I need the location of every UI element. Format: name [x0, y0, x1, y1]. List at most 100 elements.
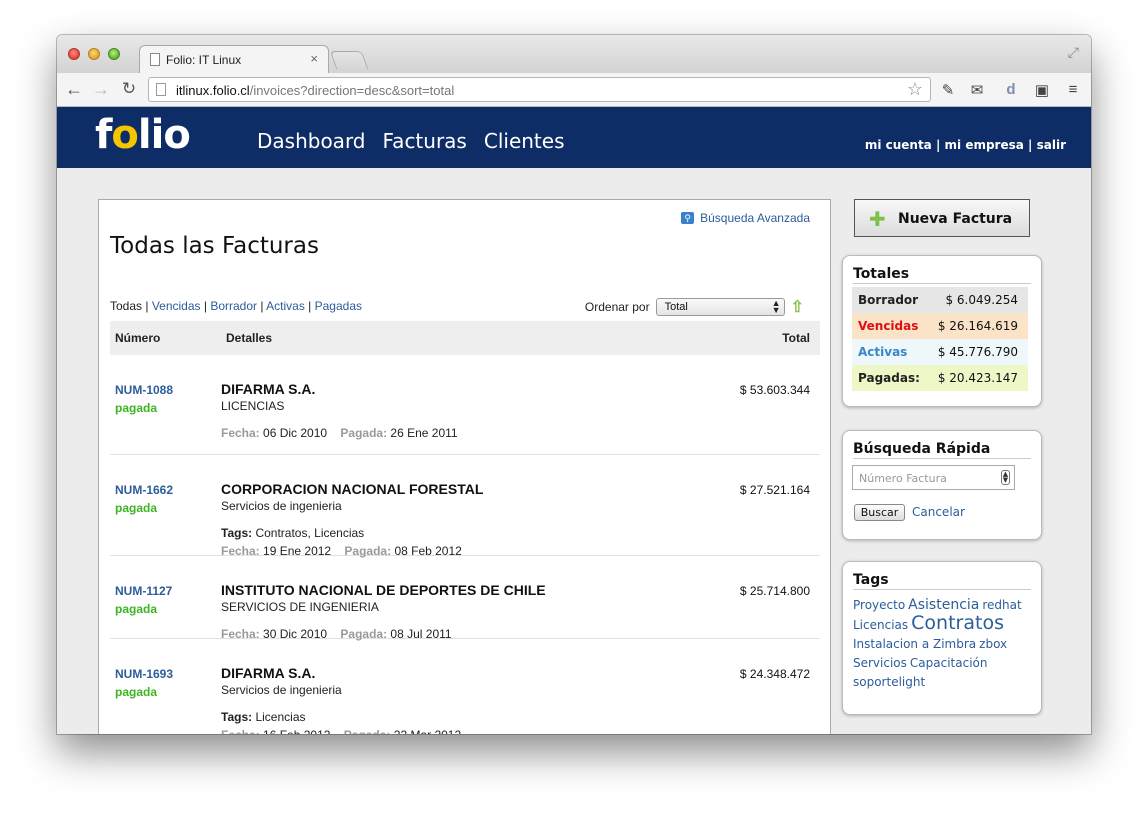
status-badge: pagada [115, 501, 158, 515]
select-arrows-icon: ▲ ▼ [771, 298, 781, 315]
invoice-total: $ 24.348.472 [739, 667, 810, 681]
advanced-search-link[interactable]: ⚲ Búsqueda Avanzada [681, 211, 810, 225]
totals-row: Activas $ 45.776.790 [852, 339, 1028, 365]
zoom-window-button[interactable] [108, 48, 120, 60]
new-tab-button[interactable] [329, 51, 369, 69]
invoice-total: $ 27.521.164 [739, 483, 810, 497]
reload-icon[interactable]: ↻ [118, 79, 140, 99]
table-row[interactable]: NUM-1693 pagada DIFARMA S.A. Servicios de i… [110, 639, 820, 734]
folio-logo[interactable]: folio [95, 112, 191, 158]
date-value: 06 Dic 2010 [259, 426, 341, 440]
app-header: folio Dashboard Facturas Clientes mi cue… [57, 107, 1091, 168]
filter-todas[interactable]: Todas [110, 299, 142, 313]
evernote-icon[interactable]: ▣ [1033, 81, 1051, 99]
nav-facturas[interactable]: Facturas [383, 129, 467, 153]
invoice-number[interactable]: NUM-1662 [115, 483, 173, 497]
tag-cloud: Proyecto Asistencia redhat Licencias Contrat… [853, 595, 1035, 691]
totals-label: Vencidas [858, 319, 919, 333]
status-filters: Todas | Vencidas | Borrador | Activas | … [110, 299, 362, 313]
filter-vencidas[interactable]: Vencidas [152, 299, 201, 313]
tags-label: Tags: [221, 710, 253, 724]
invoice-detail: LICENCIAS [221, 399, 285, 413]
sort-select[interactable]: Total ▲ ▼ [655, 298, 785, 316]
new-invoice-button[interactable]: ✚ Nueva Factura [854, 199, 1030, 237]
invoice-list: NUM-1088 pagada DIFARMA S.A. LICENCIAS Fecha… [110, 355, 820, 734]
paid-value: 26 Ene 2011 [387, 426, 458, 440]
date-label: Fecha: [221, 426, 260, 440]
stepper-icon[interactable]: ▲ ▼ [1001, 470, 1010, 485]
page-title: Todas las Facturas [110, 233, 319, 259]
new-invoice-label: Nueva Factura [898, 211, 1013, 227]
search-icon: ⚲ [681, 212, 695, 224]
client-name[interactable]: INSTITUTO NACIONAL DE DEPORTES DE CHILE [221, 582, 546, 598]
forward-arrow-icon[interactable]: → [90, 79, 112, 100]
date-label: Fecha: [221, 728, 260, 734]
page-icon [150, 53, 160, 66]
gmail-icon[interactable]: ✉ [968, 81, 986, 99]
address-bar[interactable]: itlinux.folio.cl/invoices?direction=desc… [148, 77, 931, 102]
eyedropper-icon[interactable]: ✎ [939, 81, 957, 99]
tag-link[interactable]: Licencias [853, 618, 908, 632]
tab-title: Folio: IT Linux [166, 53, 242, 67]
invoice-number[interactable]: NUM-1088 [115, 383, 173, 397]
table-row[interactable]: NUM-1088 pagada DIFARMA S.A. LICENCIAS Fecha… [110, 355, 820, 455]
nav-clientes[interactable]: Clientes [484, 129, 565, 153]
tag-link[interactable]: zbox [979, 637, 1007, 651]
status-badge: pagada [115, 401, 158, 415]
invoice-number[interactable]: NUM-1127 [115, 584, 172, 598]
filter-borrador[interactable]: Borrador [210, 299, 257, 313]
totals-row: Vencidas $ 26.164.619 [852, 313, 1028, 339]
table-row[interactable]: NUM-1127 pagada INSTITUTO NACIONAL DE DEPO… [110, 556, 820, 641]
invoice-number[interactable]: NUM-1693 [115, 667, 173, 681]
table-row[interactable]: NUM-1662 pagada CORPORACION NACIONAL FORES… [110, 455, 820, 558]
tag-link[interactable]: Asistencia [908, 597, 979, 613]
tags-box: Tags Proyecto Asistencia redhat Licencias Co… [842, 561, 1042, 715]
totals-label: Pagadas: [858, 371, 920, 385]
tag-link[interactable]: Servicios [853, 656, 907, 670]
tag-link[interactable]: light [899, 675, 926, 689]
minimize-window-button[interactable] [88, 48, 100, 60]
totals-value: $ 20.423.147 [937, 371, 1018, 385]
tag-link[interactable]: Proyecto [853, 598, 905, 612]
close-tab-icon[interactable]: × [310, 51, 318, 66]
client-name[interactable]: DIFARMA S.A. [221, 665, 315, 681]
totals-row: Borrador $ 6.049.254 [852, 287, 1028, 313]
sort-direction-icon[interactable]: ⇧ [791, 297, 804, 317]
back-arrow-icon[interactable]: ← [63, 79, 85, 100]
totals-value: $ 6.049.254 [945, 293, 1018, 307]
filter-activas[interactable]: Activas [266, 299, 305, 313]
invoice-detail: SERVICIOS DE INGENIERIA [221, 600, 379, 614]
advanced-search-label: Búsqueda Avanzada [700, 211, 810, 225]
browser-window: Folio: IT Linux × ⤢ ← → ↻ itlinux.folio.… [57, 35, 1091, 734]
tags-value: Contratos, Licencias [252, 526, 365, 540]
totals-title: Totales [853, 266, 1031, 284]
fullscreen-icon[interactable]: ⤢ [1068, 44, 1079, 61]
nav-dashboard[interactable]: Dashboard [257, 129, 366, 153]
tag-link[interactable]: redhat [982, 598, 1021, 612]
filter-pagadas[interactable]: Pagadas [315, 299, 362, 313]
link-mi-cuenta[interactable]: mi cuenta [865, 138, 932, 152]
browser-tab[interactable]: Folio: IT Linux × [139, 45, 329, 73]
search-button[interactable]: Buscar [854, 504, 905, 521]
bookmark-star-icon[interactable]: ☆ [907, 79, 923, 100]
status-badge: pagada [115, 602, 158, 616]
cancel-link[interactable]: Cancelar [912, 505, 965, 519]
col-details: Detalles [226, 331, 273, 345]
paid-label: Pagada: [344, 728, 391, 734]
invoice-tags: Tags: Contratos, Licencias [221, 526, 364, 540]
tags-value: Licencias [252, 710, 306, 724]
browser-toolbar: ← → ↻ itlinux.folio.cl/invoices?directio… [57, 73, 1091, 107]
close-window-button[interactable] [68, 48, 80, 60]
link-mi-empresa[interactable]: mi empresa [945, 138, 1024, 152]
client-name[interactable]: CORPORACION NACIONAL FORESTAL [221, 481, 483, 497]
invoice-number-input[interactable]: Número Factura ▲ ▼ [852, 465, 1015, 490]
tags-label: Tags: [221, 526, 253, 540]
client-name[interactable]: DIFARMA S.A. [221, 381, 315, 397]
tag-link[interactable]: Contratos [911, 612, 1004, 634]
tag-link[interactable]: soporte [853, 675, 899, 689]
link-salir[interactable]: salir [1037, 138, 1066, 152]
delicious-icon[interactable]: d [1002, 81, 1020, 99]
menu-icon[interactable]: ≡ [1064, 81, 1082, 99]
tag-link[interactable]: Capacitación [910, 656, 988, 670]
tag-link[interactable]: Instalacion a Zimbra [853, 637, 976, 651]
